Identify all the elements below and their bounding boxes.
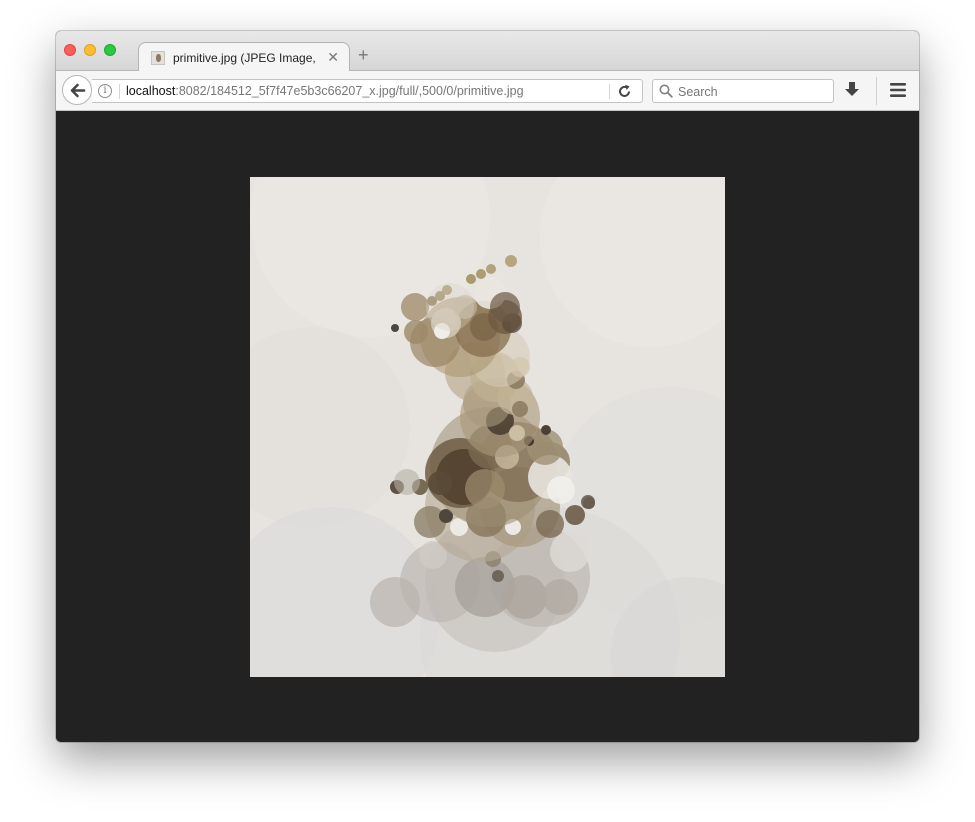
- browser-window: primitive.jpg (JPEG Image, ... ✕ + i loc…: [56, 31, 919, 742]
- window-maximize-button[interactable]: [104, 44, 116, 56]
- navigation-toolbar: i localhost:8082/184512_5f7f47e5b3c66207…: [56, 71, 919, 111]
- info-icon[interactable]: i: [98, 84, 112, 98]
- search-bar[interactable]: Search: [652, 79, 834, 103]
- window-minimize-button[interactable]: [84, 44, 96, 56]
- search-input[interactable]: Search: [678, 85, 718, 99]
- reload-icon[interactable]: [617, 84, 632, 99]
- close-icon[interactable]: ✕: [327, 49, 339, 65]
- url-divider: [119, 84, 120, 99]
- new-tab-button[interactable]: +: [358, 45, 369, 65]
- back-button[interactable]: [62, 75, 92, 105]
- window-close-button[interactable]: [64, 44, 76, 56]
- tab-primitive-jpg[interactable]: primitive.jpg (JPEG Image, ... ✕: [138, 42, 350, 72]
- back-arrow-icon: [70, 83, 86, 98]
- url-path: :8082/184512_5f7f47e5b3c66207_x.jpg/full…: [175, 84, 524, 98]
- toolbar-divider: [876, 77, 877, 105]
- address-bar[interactable]: i localhost:8082/184512_5f7f47e5b3c66207…: [92, 79, 643, 103]
- url-text[interactable]: localhost:8082/184512_5f7f47e5b3c66207_x…: [126, 84, 524, 98]
- url-divider: [609, 84, 610, 99]
- search-icon: [659, 84, 673, 98]
- title-bar: primitive.jpg (JPEG Image, ... ✕ +: [56, 31, 919, 72]
- image-viewer-content: [56, 111, 919, 742]
- image-thumbnail-icon: [151, 51, 165, 65]
- download-icon[interactable]: [844, 81, 860, 99]
- hamburger-menu-icon[interactable]: [890, 83, 906, 97]
- primitive-image-art: [250, 177, 725, 677]
- primitive-image[interactable]: [250, 177, 725, 677]
- tab-title: primitive.jpg (JPEG Image, ...: [173, 51, 319, 65]
- url-host: localhost: [126, 84, 176, 98]
